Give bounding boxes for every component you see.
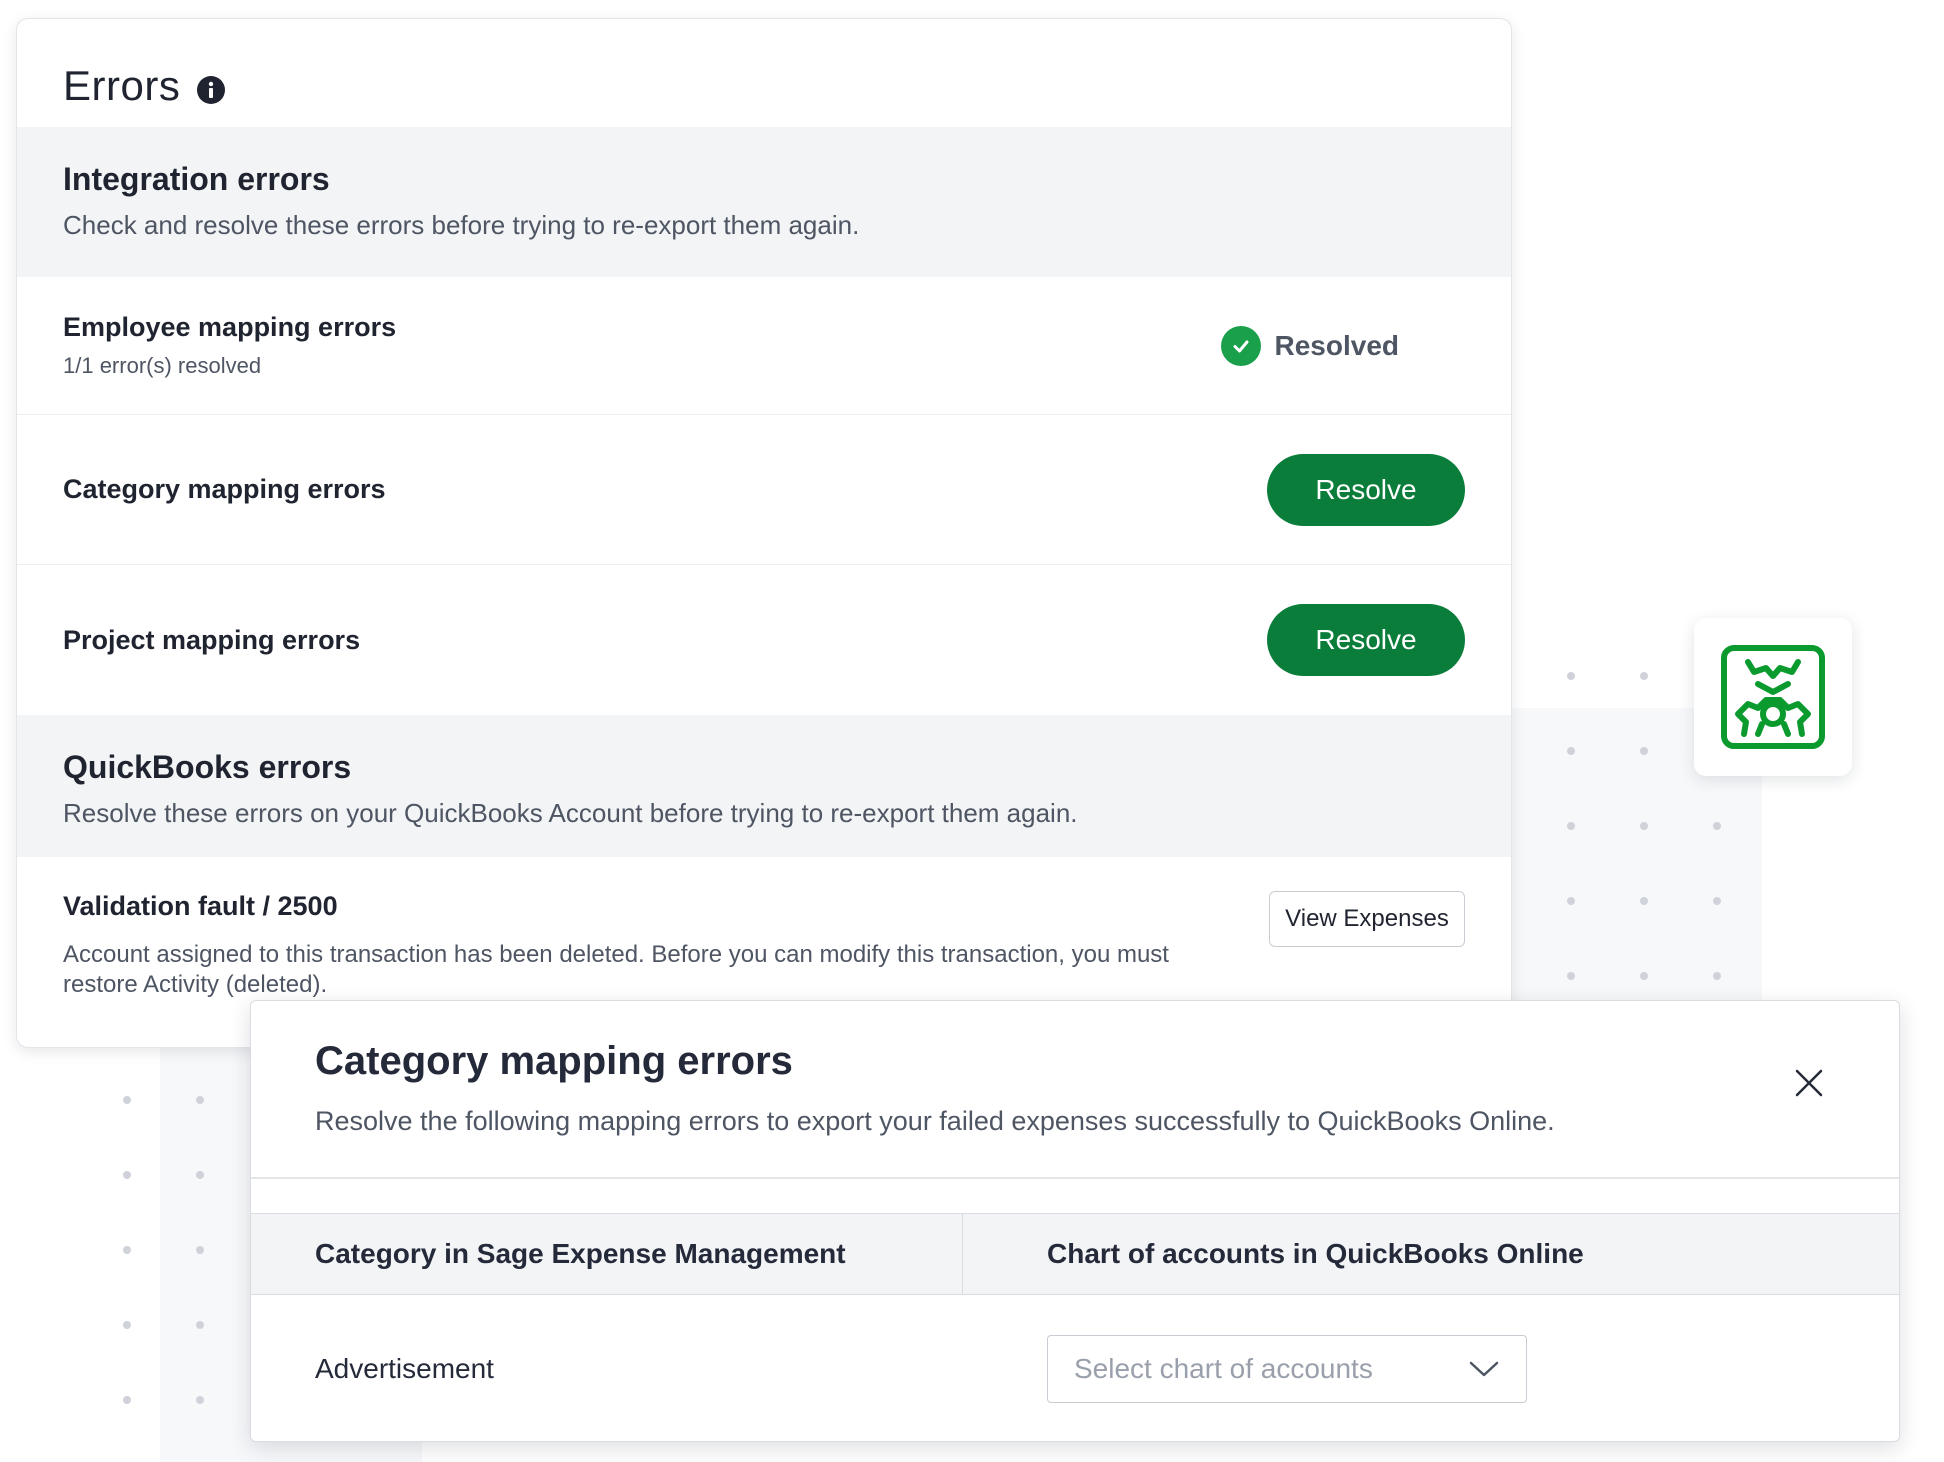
mapping-table-header: Category in Sage Expense Management Char… (251, 1213, 1899, 1295)
section-subtitle: Check and resolve these errors before tr… (63, 210, 860, 240)
column-header-category: Category in Sage Expense Management (251, 1214, 963, 1294)
resolved-status: Resolved (1220, 325, 1400, 366)
status-label: Resolved (1274, 329, 1400, 361)
category-mapping-modal: Category mapping errors Resolve the foll… (250, 1000, 1900, 1442)
view-expenses-button[interactable]: View Expenses (1269, 891, 1465, 947)
section-title: Integration errors (63, 161, 330, 197)
integration-icon-tile (1694, 618, 1852, 776)
modal-header: Category mapping errors Resolve the foll… (251, 1001, 1899, 1179)
check-circle-icon (1220, 325, 1261, 366)
section-title: QuickBooks errors (63, 749, 352, 785)
select-placeholder: Select chart of accounts (1074, 1353, 1373, 1384)
project-mapping-row: Project mapping errors Resolve (17, 565, 1511, 715)
row-title: Employee mapping errors (63, 312, 397, 342)
info-icon[interactable] (196, 75, 226, 105)
resolve-project-button[interactable]: Resolve (1267, 604, 1465, 676)
column-header-chart-of-accounts: Chart of accounts in QuickBooks Online (1047, 1238, 1584, 1269)
row-title: Project mapping errors (63, 624, 361, 655)
row-subtitle: 1/1 error(s) resolved (63, 353, 262, 378)
resolve-category-button[interactable]: Resolve (1267, 453, 1465, 526)
fault-title: Validation fault / 2500 (63, 891, 338, 921)
integration-errors-section: Integration errors Check and resolve the… (17, 127, 1511, 277)
fault-description: Account assigned to this transaction has… (63, 941, 1169, 998)
employee-mapping-row: Employee mapping errors 1/1 error(s) res… (17, 277, 1511, 415)
table-row: Advertisement Select chart of accounts (251, 1295, 1899, 1441)
integration-gear-icon (1721, 645, 1825, 749)
category-cell: Advertisement (315, 1353, 494, 1384)
modal-title: Category mapping errors (315, 1039, 793, 1083)
section-subtitle: Resolve these errors on your QuickBooks … (63, 798, 1078, 828)
category-mapping-row: Category mapping errors Resolve (17, 415, 1511, 565)
close-icon[interactable] (1793, 1067, 1825, 1099)
chevron-down-icon (1469, 1361, 1499, 1377)
modal-subtitle: Resolve the following mapping errors to … (315, 1106, 1555, 1136)
row-title: Category mapping errors (63, 474, 386, 504)
errors-header: Errors (17, 19, 1511, 127)
chart-of-accounts-select[interactable]: Select chart of accounts (1047, 1335, 1527, 1403)
errors-card: Errors Integration errors Check and reso… (16, 18, 1512, 1048)
page-title: Errors (63, 62, 181, 109)
quickbooks-errors-section: QuickBooks errors Resolve these errors o… (17, 715, 1511, 857)
